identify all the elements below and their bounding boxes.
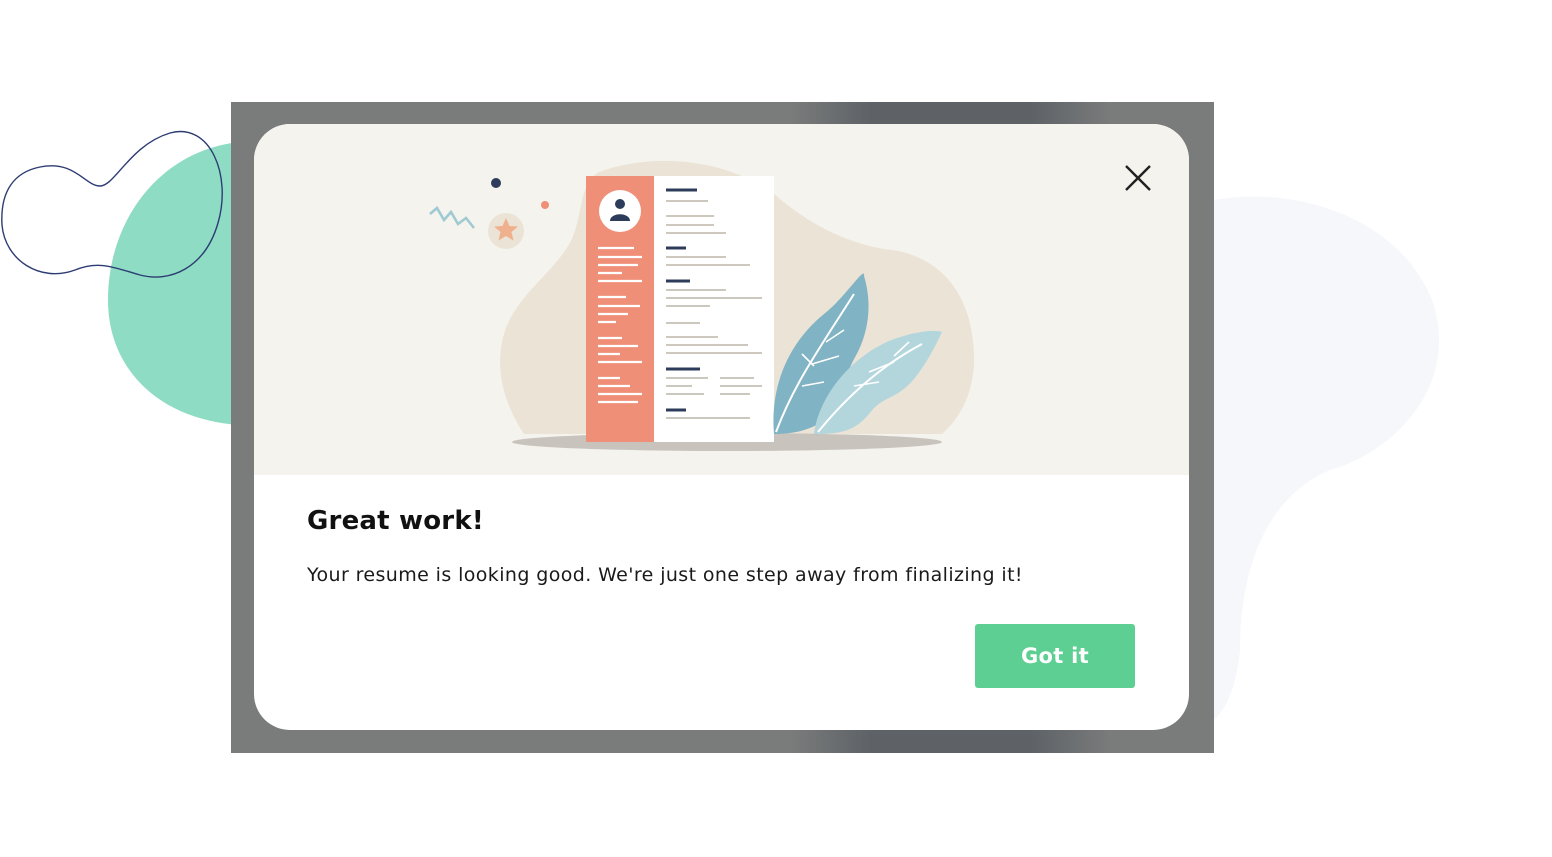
close-icon[interactable] xyxy=(1120,160,1156,196)
got-it-button[interactable]: Got it xyxy=(975,624,1135,688)
dialog-illustration xyxy=(254,124,1189,475)
dialog-title: Great work! xyxy=(307,506,484,536)
confirmation-dialog: Great work! Your resume is looking good.… xyxy=(254,124,1189,730)
resume-illustration xyxy=(429,160,974,451)
green-blob xyxy=(108,142,240,425)
avatar-icon xyxy=(599,190,641,232)
light-blob xyxy=(1214,196,1440,721)
dialog-message: Your resume is looking good. We're just … xyxy=(307,564,1023,586)
